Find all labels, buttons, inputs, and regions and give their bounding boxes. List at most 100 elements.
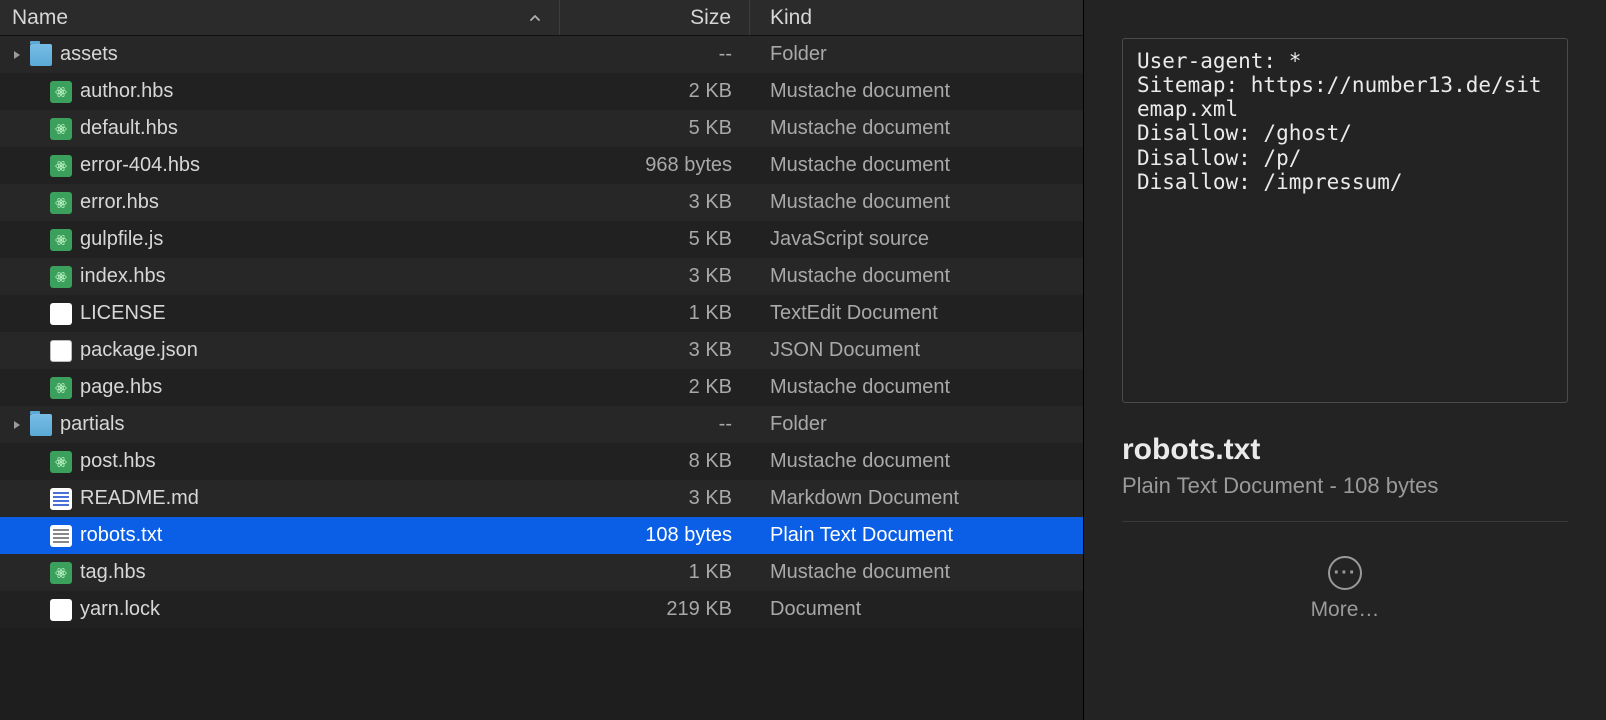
hbs-icon <box>50 562 72 584</box>
preview-title: robots.txt <box>1122 433 1568 467</box>
column-header-kind-label: Kind <box>770 6 812 30</box>
folder-icon <box>30 44 52 66</box>
file-row[interactable]: tag.hbs 1 KBMustache document <box>0 554 1083 591</box>
file-name-cell: README.md <box>0 487 560 510</box>
file-list-panel: Name Size Kind assets--Folderauthor.hbs2… <box>0 0 1084 720</box>
file-name-cell: error.hbs <box>0 191 560 214</box>
file-size-cell: 219 KB <box>560 598 750 621</box>
file-kind-cell: Mustache document <box>750 376 1083 399</box>
file-name-label: partials <box>60 413 124 436</box>
folder-icon <box>30 414 52 436</box>
column-header-name[interactable]: Name <box>0 0 560 35</box>
file-size-cell: 108 bytes <box>560 524 750 547</box>
hbs-icon <box>50 118 72 140</box>
file-name-cell: error-404.hbs <box>0 154 560 177</box>
file-kind-cell: Mustache document <box>750 80 1083 103</box>
file-name-label: LICENSE <box>80 302 166 325</box>
text-icon <box>50 303 72 325</box>
file-name-cell: assets <box>0 43 560 66</box>
js-icon <box>50 229 72 251</box>
file-row[interactable]: error-404.hbs968 bytesMustache document <box>0 147 1083 184</box>
file-name-label: author.hbs <box>80 80 173 103</box>
file-kind-cell: JSON Document <box>750 339 1083 362</box>
file-name-label: default.hbs <box>80 117 178 140</box>
file-name-label: error-404.hbs <box>80 154 200 177</box>
file-name-cell: LICENSE <box>0 302 560 325</box>
file-name-label: gulpfile.js <box>80 228 163 251</box>
file-kind-cell: Mustache document <box>750 450 1083 473</box>
file-size-cell: 5 KB <box>560 117 750 140</box>
file-row[interactable]: post.hbs8 KBMustache document <box>0 443 1083 480</box>
file-name-label: assets <box>60 43 118 66</box>
file-size-cell: 5 KB <box>560 228 750 251</box>
hbs-icon <box>50 192 72 214</box>
hbs-icon <box>50 451 72 473</box>
column-header-size-label: Size <box>690 6 731 30</box>
file-kind-cell: TextEdit Document <box>750 302 1083 325</box>
file-rows: assets--Folderauthor.hbs2 KBMustache doc… <box>0 36 1083 720</box>
file-size-cell: 3 KB <box>560 339 750 362</box>
file-row[interactable]: error.hbs 3 KBMustache document <box>0 184 1083 221</box>
column-header-row: Name Size Kind <box>0 0 1083 36</box>
file-row[interactable]: gulpfile.js5 KBJavaScript source <box>0 221 1083 258</box>
file-kind-cell: Folder <box>750 413 1083 436</box>
file-row[interactable]: README.md3 KBMarkdown Document <box>0 480 1083 517</box>
file-size-cell: 3 KB <box>560 487 750 510</box>
file-kind-cell: Mustache document <box>750 561 1083 584</box>
column-header-name-label: Name <box>12 6 68 30</box>
file-row[interactable]: assets --Folder <box>0 36 1083 73</box>
file-row[interactable]: yarn.lock 219 KBDocument <box>0 591 1083 628</box>
file-kind-cell: Folder <box>750 43 1083 66</box>
file-kind-cell: Document <box>750 598 1083 621</box>
hbs-icon <box>50 81 72 103</box>
file-name-label: README.md <box>80 487 199 510</box>
file-name-label: page.hbs <box>80 376 162 399</box>
file-row[interactable]: LICENSE 1 KBTextEdit Document <box>0 295 1083 332</box>
file-name-cell: robots.txt <box>0 524 560 547</box>
file-row[interactable]: page.hbs2 KBMustache document <box>0 369 1083 406</box>
file-name-label: package.json <box>80 339 198 362</box>
sort-ascending-icon <box>529 6 541 30</box>
file-name-label: error.hbs <box>80 191 159 214</box>
file-size-cell: 1 KB <box>560 561 750 584</box>
md-icon <box>50 488 72 510</box>
file-row[interactable]: default.hbs 5 KBMustache document <box>0 110 1083 147</box>
file-name-label: yarn.lock <box>80 598 160 621</box>
preview-panel: User-agent: * Sitemap: https://number13.… <box>1084 0 1606 720</box>
more-button[interactable]: ··· More… <box>1122 556 1568 622</box>
file-name-cell: gulpfile.js <box>0 228 560 251</box>
file-name-cell: post.hbs <box>0 450 560 473</box>
file-row[interactable]: index.hbs 3 KBMustache document <box>0 258 1083 295</box>
column-header-kind[interactable]: Kind <box>750 0 1083 35</box>
hbs-icon <box>50 377 72 399</box>
file-size-cell: 3 KB <box>560 265 750 288</box>
file-name-label: robots.txt <box>80 524 162 547</box>
txt-icon <box>50 525 72 547</box>
file-size-cell: 1 KB <box>560 302 750 325</box>
file-size-cell: 3 KB <box>560 191 750 214</box>
column-header-size[interactable]: Size <box>560 0 750 35</box>
disclosure-triangle-icon[interactable] <box>8 420 26 430</box>
file-row[interactable]: package.json 3 KBJSON Document <box>0 332 1083 369</box>
file-size-cell: 2 KB <box>560 80 750 103</box>
file-name-label: tag.hbs <box>80 561 146 584</box>
file-name-cell: page.hbs <box>0 376 560 399</box>
file-size-cell: 968 bytes <box>560 154 750 177</box>
file-row[interactable]: partials--Folder <box>0 406 1083 443</box>
file-name-cell: default.hbs <box>0 117 560 140</box>
file-kind-cell: Mustache document <box>750 265 1083 288</box>
file-size-cell: -- <box>560 43 750 66</box>
preview-subtitle: Plain Text Document - 108 bytes <box>1122 473 1568 522</box>
file-name-cell: partials <box>0 413 560 436</box>
text-icon <box>50 599 72 621</box>
preview-content: User-agent: * Sitemap: https://number13.… <box>1122 38 1568 403</box>
file-kind-cell: Mustache document <box>750 191 1083 214</box>
file-name-cell: tag.hbs <box>0 561 560 584</box>
file-name-label: index.hbs <box>80 265 166 288</box>
file-row[interactable]: author.hbs 2 KBMustache document <box>0 73 1083 110</box>
disclosure-triangle-icon[interactable] <box>8 50 26 60</box>
file-name-cell: package.json <box>0 339 560 362</box>
file-row[interactable]: robots.txt108 bytesPlain Text Document <box>0 517 1083 554</box>
hbs-icon <box>50 266 72 288</box>
file-kind-cell: Mustache document <box>750 117 1083 140</box>
